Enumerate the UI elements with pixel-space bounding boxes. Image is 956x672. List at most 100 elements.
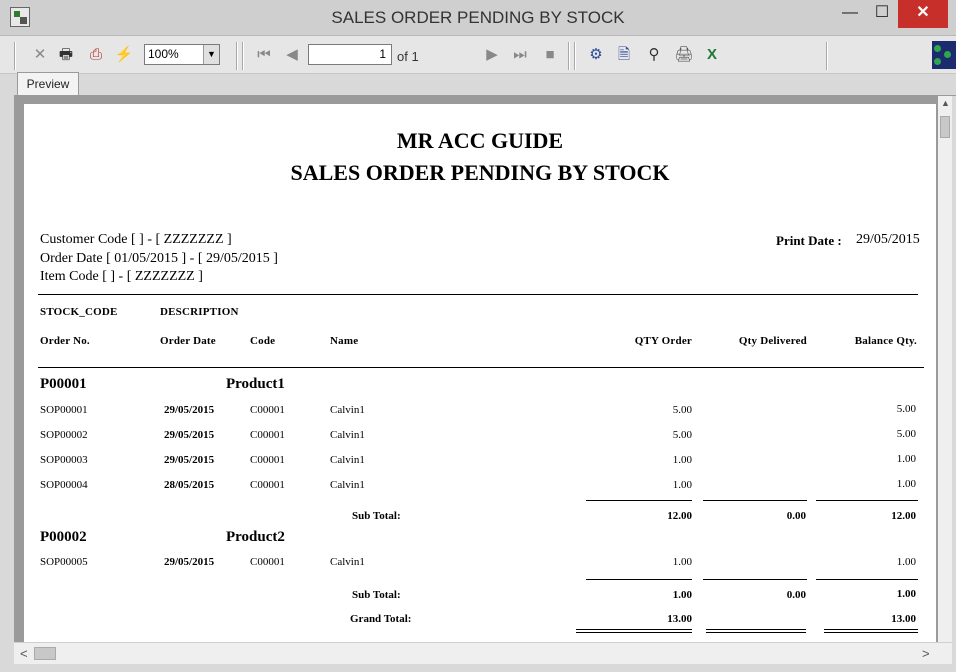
print-icon[interactable]: 🖶 <box>56 45 76 65</box>
col-qty-order: QTY Order <box>634 335 692 347</box>
subtotal-line <box>816 500 918 501</box>
logo-icon <box>932 41 956 69</box>
subtotal-line <box>586 579 692 580</box>
toolbar-separator <box>236 42 238 70</box>
stop-icon[interactable]: ■ <box>540 45 560 65</box>
cell-balance: 1.00 <box>896 556 916 568</box>
subtotal-line <box>816 579 918 580</box>
first-page-icon[interactable]: ⏮ <box>254 45 274 65</box>
cell-code: C00001 <box>250 429 285 441</box>
cell-order-date: 28/05/2015 <box>164 479 215 491</box>
toolbar-separator <box>242 42 244 70</box>
window-title: SALES ORDER PENDING BY STOCK <box>331 8 625 27</box>
report-title: SALES ORDER PENDING BY STOCK <box>290 160 670 185</box>
chevron-down-icon[interactable]: ▼ <box>203 45 219 64</box>
vertical-scrollbar[interactable]: ▲ <box>938 96 952 642</box>
group-description: Product2 <box>226 529 285 545</box>
minimize-button[interactable]: — <box>832 0 868 28</box>
subtotal-balance: 12.00 <box>891 510 916 522</box>
divider-line <box>38 367 924 368</box>
close-window-button[interactable]: ✕ <box>898 0 948 28</box>
prev-page-icon[interactable]: ◀ <box>282 45 302 65</box>
col-name: Name <box>330 335 359 347</box>
subtotal-label: Sub Total: <box>352 589 401 601</box>
cell-code: C00001 <box>250 404 285 416</box>
toolbar-separator <box>568 42 570 70</box>
subtotal-qty-order: 1.00 <box>672 589 692 601</box>
maximize-button[interactable]: ☐ <box>866 0 898 28</box>
cell-order-no: SOP00002 <box>40 429 88 441</box>
report-page: MR ACC GUIDE SALES ORDER PENDING BY STOC… <box>24 104 936 644</box>
subtotal-qty-delivered: 0.00 <box>786 589 806 601</box>
cell-name: Calvin1 <box>330 454 365 466</box>
scroll-up-icon[interactable]: ▲ <box>941 98 950 108</box>
page-count-label: of 1 <box>397 49 419 64</box>
close-icon[interactable]: ✕ <box>30 45 50 65</box>
scroll-thumb[interactable] <box>34 647 56 660</box>
cell-order-date: 29/05/2015 <box>164 429 215 441</box>
refresh-icon[interactable]: ⚡ <box>114 45 134 65</box>
print-setup-icon[interactable]: 🗎 <box>614 45 634 65</box>
scroll-right-icon[interactable]: > <box>922 646 930 661</box>
search-icon[interactable]: ⚲ <box>644 45 664 65</box>
col-qty-delivered: Qty Delivered <box>738 335 807 347</box>
toolbar: ✕ 🖶 ⎙ ⚡ 100% ▼ ⏮ ◀ 1 of 1 ▶ ⏭ ■ ⚙ 🗎 ⚲ 🖨 … <box>0 36 956 74</box>
cell-order-no: SOP00003 <box>40 454 88 466</box>
cell-order-no: SOP00001 <box>40 404 88 416</box>
title-bar: SALES ORDER PENDING BY STOCK — ☐ ✕ <box>0 0 956 36</box>
cell-name: Calvin1 <box>330 404 365 416</box>
cell-order-date: 29/05/2015 <box>164 454 215 466</box>
subtotal-qty-delivered: 0.00 <box>786 510 806 522</box>
subtotal-qty-order: 12.00 <box>667 510 692 522</box>
last-page-icon[interactable]: ⏭ <box>510 45 530 65</box>
grand-total-balance: 13.00 <box>891 613 916 625</box>
cell-order-no: SOP00004 <box>40 479 88 491</box>
tab-preview[interactable]: Preview <box>17 72 79 96</box>
cell-qty-order: 1.00 <box>672 454 692 466</box>
col-stock-code: STOCK_CODE <box>40 306 118 318</box>
subtotal-label: Sub Total: <box>352 510 401 522</box>
grand-total-line <box>706 632 806 633</box>
company-name: MR ACC GUIDE <box>396 128 564 153</box>
cell-name: Calvin1 <box>330 429 365 441</box>
grand-total-line <box>706 629 806 630</box>
subtotal-line <box>703 579 807 580</box>
printer-icon[interactable]: 🖨 <box>674 45 694 65</box>
cell-balance: 1.00 <box>896 453 916 465</box>
cell-code: C00001 <box>250 556 285 568</box>
zoom-select[interactable]: 100% ▼ <box>144 44 220 65</box>
next-page-icon[interactable]: ▶ <box>482 45 502 65</box>
grand-total-line <box>824 629 918 630</box>
tree-icon[interactable]: ⚙ <box>586 45 606 65</box>
grand-total-line <box>824 632 918 633</box>
cell-order-date: 29/05/2015 <box>164 556 215 568</box>
print-date-label: Print Date : <box>776 233 842 248</box>
toolbar-separator <box>574 42 576 70</box>
excel-icon[interactable]: X <box>702 45 722 65</box>
cell-balance: 5.00 <box>896 428 916 440</box>
scroll-thumb[interactable] <box>940 116 950 138</box>
horizontal-scrollbar[interactable]: < > <box>14 642 952 664</box>
col-code: Code <box>250 335 276 347</box>
col-order-no: Order No. <box>40 335 90 347</box>
cell-qty-order: 1.00 <box>672 479 692 491</box>
scroll-left-icon[interactable]: < <box>20 646 28 661</box>
col-order-date: Order Date <box>160 335 216 347</box>
cell-balance: 5.00 <box>896 403 916 415</box>
export-icon[interactable]: ⎙ <box>86 45 106 65</box>
cell-name: Calvin1 <box>330 556 365 568</box>
cell-code: C00001 <box>250 454 285 466</box>
grand-total-qty-order: 13.00 <box>667 613 692 625</box>
grand-total-line <box>576 629 692 630</box>
grand-total-line <box>576 632 692 633</box>
cell-qty-order: 5.00 <box>672 404 692 416</box>
divider-line <box>38 294 918 295</box>
toolbar-separator <box>826 42 828 70</box>
page-number-input[interactable]: 1 <box>308 44 392 65</box>
filter-customer-code: Customer Code [ ] - [ ZZZZZZZ ] <box>40 232 232 247</box>
cell-qty-order: 5.00 <box>672 429 692 441</box>
subtotal-balance: 1.00 <box>896 588 916 600</box>
subtotal-line <box>586 500 692 501</box>
group-description: Product1 <box>226 376 285 392</box>
cell-balance: 1.00 <box>896 478 916 490</box>
